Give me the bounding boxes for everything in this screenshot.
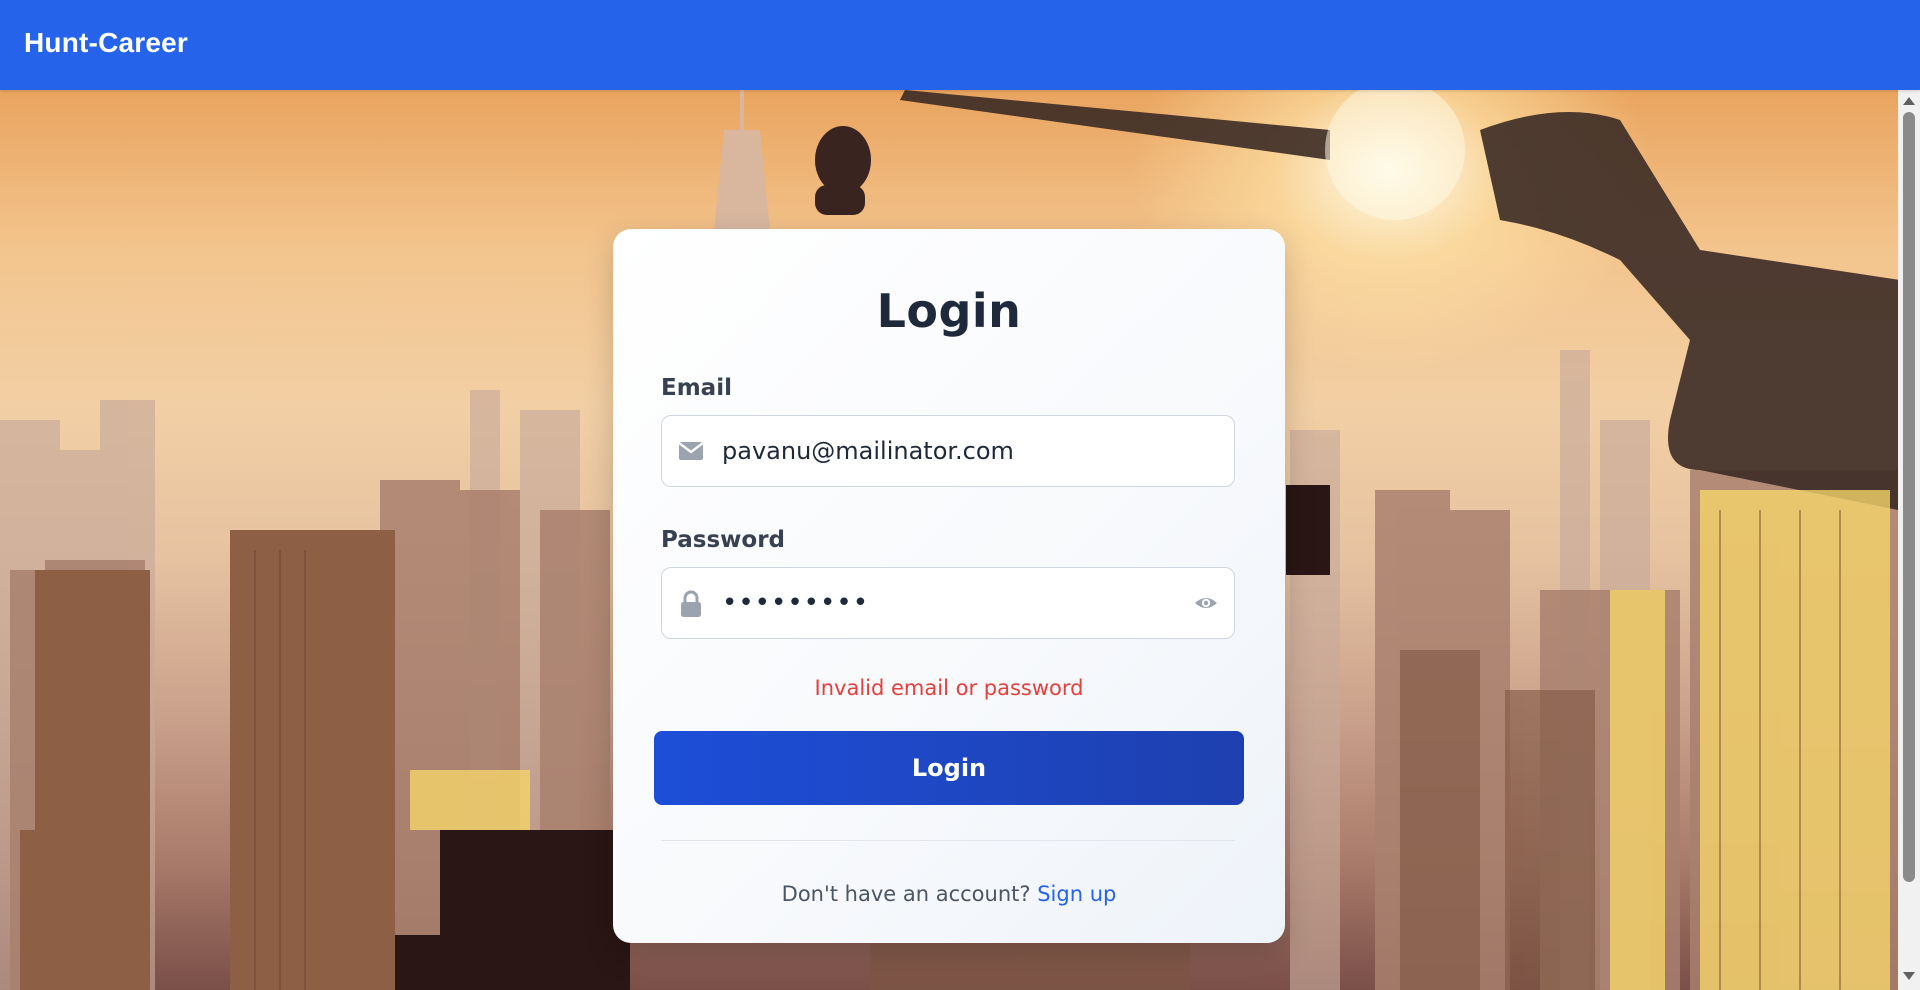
eye-icon[interactable] [1194, 592, 1218, 619]
signup-link[interactable]: Sign up [1037, 882, 1116, 906]
email-field[interactable] [661, 415, 1235, 487]
scroll-up-arrow-icon[interactable] [1903, 97, 1915, 105]
scroll-down-arrow-icon[interactable] [1903, 972, 1915, 980]
scroll-thumb[interactable] [1903, 112, 1915, 882]
email-input[interactable] [722, 416, 1202, 486]
email-label: Email [661, 375, 732, 401]
top-navbar: Hunt-Career [0, 0, 1920, 90]
password-label: Password [661, 527, 785, 553]
envelope-icon [678, 438, 704, 469]
password-field[interactable]: ••••••••• [661, 567, 1235, 639]
login-title: Login [876, 284, 1022, 338]
password-input[interactable]: ••••••••• [722, 568, 1202, 638]
no-account-text: Don't have an account? [781, 882, 1031, 906]
brand-logo[interactable]: Hunt-Career [24, 27, 188, 59]
login-card: Login Email Password ••••••••• Inva [613, 229, 1285, 943]
divider [661, 840, 1235, 841]
page-scrollbar[interactable] [1898, 90, 1920, 990]
error-message: Invalid email or password [814, 676, 1084, 700]
signup-prompt: Don't have an account? Sign up [613, 882, 1285, 906]
login-button[interactable]: Login [654, 731, 1244, 805]
lock-icon [678, 590, 704, 623]
